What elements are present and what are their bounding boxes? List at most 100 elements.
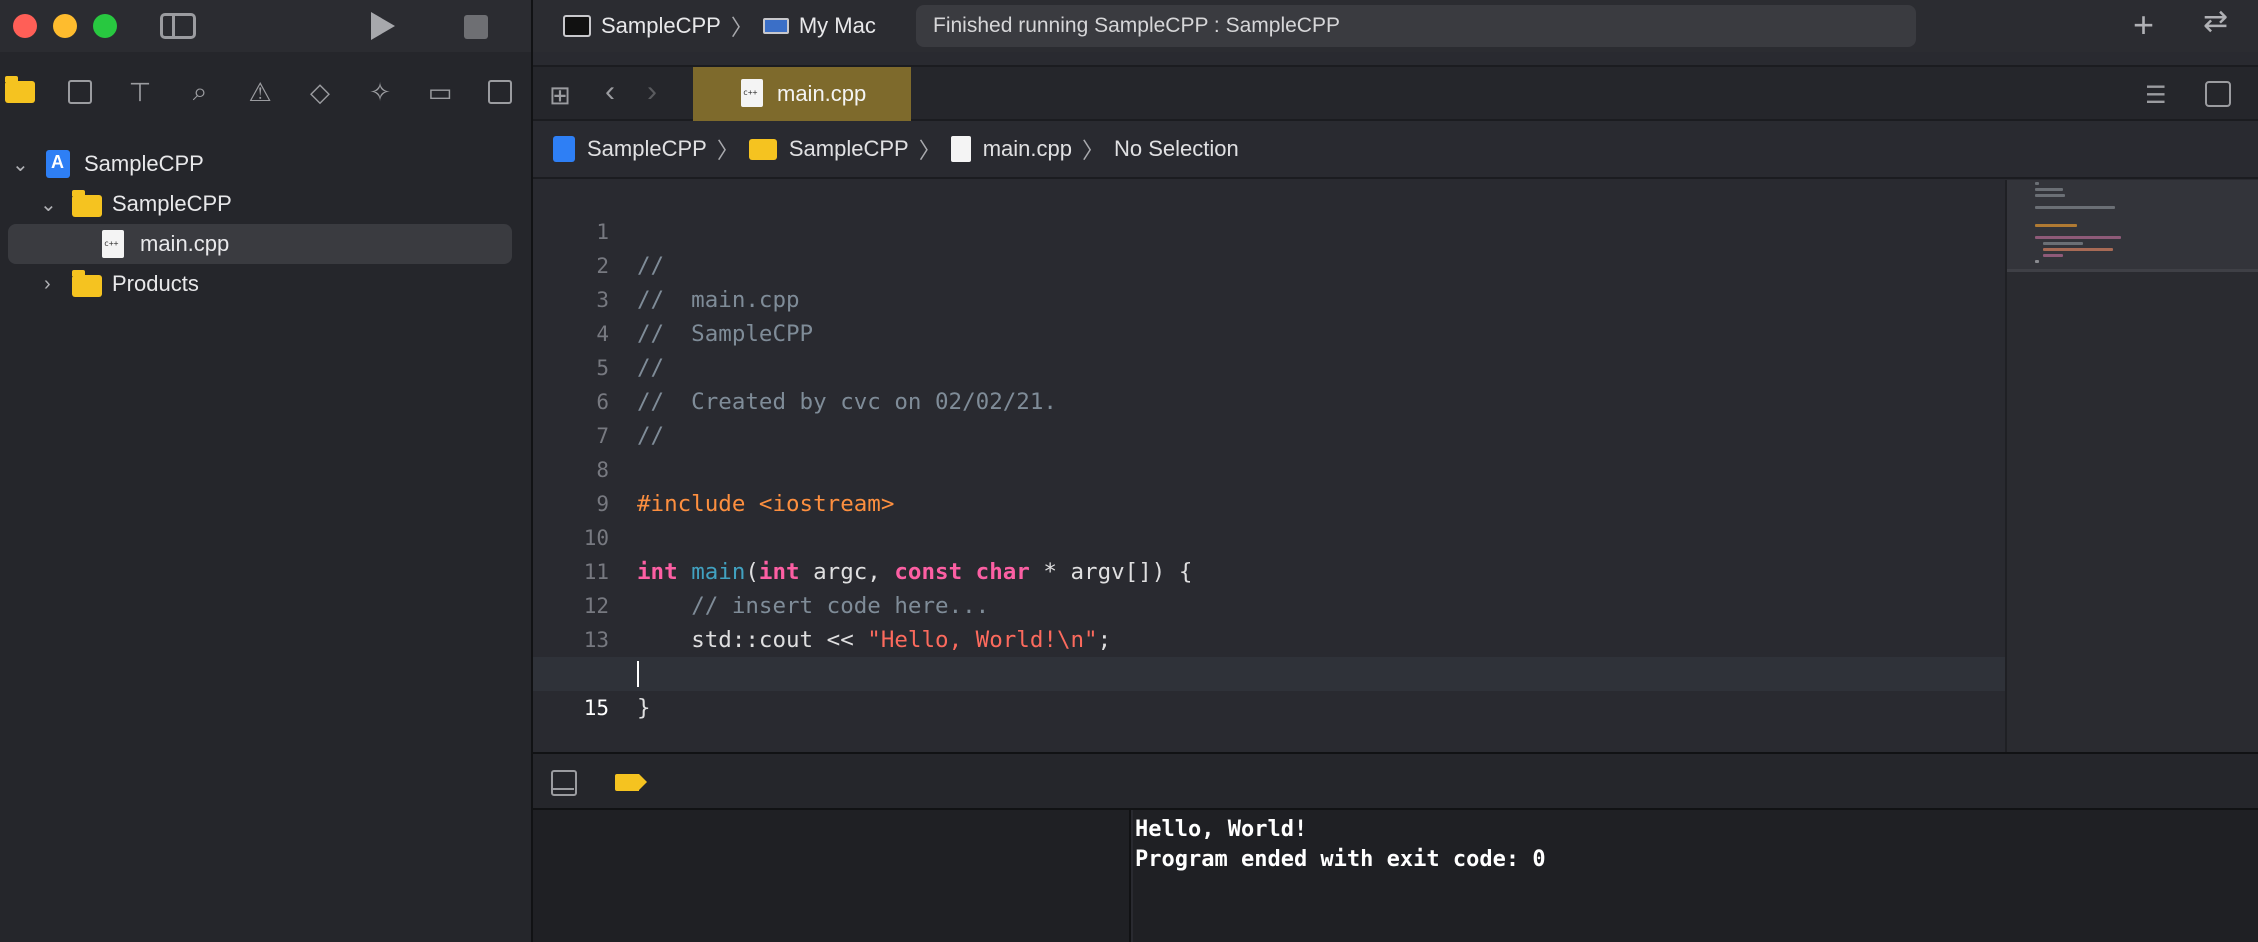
- jumpbar-label: main.cpp: [982, 136, 1072, 161]
- code-line-current[interactable]: 15: [533, 657, 2005, 720]
- window-minimize-button[interactable]: [53, 14, 77, 38]
- jumpbar-label: SampleCPP: [587, 136, 707, 161]
- tab-main-cpp[interactable]: main.cpp: [693, 67, 911, 121]
- scheme-device[interactable]: My Mac: [799, 13, 876, 39]
- chevron-right-icon: 〉: [730, 15, 753, 40]
- jumpbar-label: SampleCPP: [788, 136, 909, 161]
- editor-tab-bar: ⊞ ‹ › main.cpp ☰: [533, 65, 2258, 121]
- code-line[interactable]: 7: [533, 385, 2005, 448]
- console-line: Hello, World!: [1135, 817, 1308, 842]
- window-toolbar: SampleCPP 〉 My Mac Finished running Samp…: [533, 0, 2258, 52]
- jump-bar: SampleCPP 〉 SampleCPP 〉 main.cpp 〉 No Se…: [533, 121, 2258, 179]
- source-control-navigator-icon[interactable]: [62, 72, 98, 112]
- tab-label: main.cpp: [777, 81, 867, 106]
- chevron-right-icon: 〉: [716, 138, 739, 163]
- text-cursor: [637, 661, 639, 687]
- breakpoint-navigator-tag-icon[interactable]: ▭: [422, 72, 458, 112]
- debug-navigator-spray-icon[interactable]: ✧: [362, 72, 398, 112]
- symbol-navigator-icon[interactable]: ⊤: [122, 72, 158, 112]
- xcode-project-icon: [46, 150, 70, 178]
- variables-view[interactable]: [533, 810, 1131, 942]
- code-line[interactable]: 4 //: [533, 283, 2005, 381]
- split-editor-icon[interactable]: [2205, 81, 2231, 107]
- minimap-line: [2035, 194, 2065, 197]
- report-navigator-list-icon[interactable]: [482, 72, 518, 112]
- code-line[interactable]: 11 // insert code here...: [533, 521, 2005, 619]
- tree-item-label: Products: [112, 271, 199, 296]
- tree-item-project[interactable]: ⌄ SampleCPP: [8, 144, 512, 184]
- forward-chevron-icon[interactable]: ›: [647, 75, 657, 109]
- stop-button[interactable]: [464, 15, 488, 39]
- chevron-down-icon[interactable]: ⌄: [12, 152, 29, 177]
- minimap-line: [2035, 188, 2063, 191]
- code-line[interactable]: 3 // SampleCPP: [533, 249, 2005, 347]
- tree-item-label: main.cpp: [140, 231, 230, 256]
- xcode-project-icon: [553, 136, 575, 162]
- minimap-line: [2043, 248, 2113, 251]
- code-line[interactable]: 6 //: [533, 351, 2005, 449]
- source-editor[interactable]: 1 // 2 // main.cpp 3 // SampleCPP 4 // 5…: [533, 180, 2005, 752]
- chevron-right-icon: 〉: [1082, 138, 1105, 163]
- code-line[interactable]: 9: [533, 453, 2005, 516]
- minimap-line: [2035, 182, 2039, 185]
- tree-item-label: SampleCPP: [112, 191, 232, 216]
- terminal-app-icon: [563, 15, 591, 37]
- chevron-right-icon: 〉: [918, 138, 941, 163]
- jumpbar-file[interactable]: main.cpp: [950, 136, 1072, 162]
- test-navigator-diamond-icon[interactable]: ◇: [302, 72, 338, 112]
- activity-viewer: Finished running SampleCPP : SampleCPP: [916, 5, 1916, 47]
- console-output[interactable]: Hello, World! Program ended with exit co…: [1133, 810, 2258, 942]
- issue-navigator-warning-icon[interactable]: ⚠: [242, 72, 278, 112]
- code-line[interactable]: 8 #include <iostream>: [533, 419, 2005, 517]
- related-items-grid-icon[interactable]: ⊞: [549, 81, 577, 109]
- cpp-file-icon: [950, 136, 971, 162]
- tree-item-folder[interactable]: ⌄ SampleCPP: [8, 184, 512, 224]
- laptop-icon: [762, 18, 789, 34]
- code-line[interactable]: 12 std::cout << "Hello, World!\n";: [533, 555, 2005, 653]
- chevron-right-icon[interactable]: ›: [44, 273, 51, 296]
- minimap-line: [2043, 254, 2063, 257]
- tree-item-products[interactable]: › Products: [8, 264, 512, 304]
- cpp-file-icon: [102, 230, 124, 258]
- minimap-line: [2035, 206, 2115, 209]
- breakpoints-toggle-icon[interactable]: [615, 774, 647, 791]
- jumpbar-symbol[interactable]: No Selection: [1114, 136, 1239, 162]
- code-line[interactable]: 1 //: [533, 181, 2005, 279]
- scheme-selector[interactable]: SampleCPP 〉 My Mac: [563, 10, 876, 42]
- tree-item-label: SampleCPP: [84, 151, 204, 176]
- sidebar-toggle-icon[interactable]: [160, 13, 196, 39]
- window-close-button[interactable]: [13, 14, 37, 38]
- code-line[interactable]: 2 // main.cpp: [533, 215, 2005, 313]
- scheme-target[interactable]: SampleCPP: [601, 13, 721, 39]
- navigator-selector-bar: ⊤ ⌕ ⚠ ◇ ✧ ▭: [0, 72, 531, 112]
- debug-bar: [533, 752, 2258, 810]
- hide-debug-area-icon[interactable]: [551, 770, 577, 796]
- jumpbar-project[interactable]: SampleCPP: [553, 136, 707, 162]
- minimap-line: [2035, 236, 2121, 239]
- run-button[interactable]: [371, 12, 395, 40]
- minimap[interactable]: [2005, 180, 2258, 752]
- cpp-file-icon: [741, 79, 763, 107]
- editor-options-icon[interactable]: ☰: [2145, 81, 2181, 109]
- code-text: }: [637, 695, 651, 721]
- tree-item-file[interactable]: main.cpp: [8, 224, 512, 264]
- folder-icon: [72, 190, 102, 217]
- code-line[interactable]: 5 // Created by cvc on 02/02/21.: [533, 317, 2005, 415]
- navigator-sidebar: ⊤ ⌕ ⚠ ◇ ✧ ▭ ⌄ SampleCPP ⌄ SampleCPP main…: [0, 0, 533, 942]
- code-line[interactable]: 10 int main(int argc, const char * argv[…: [533, 487, 2005, 585]
- code-line[interactable]: 14 }: [533, 623, 2005, 721]
- find-navigator-search-icon[interactable]: ⌕: [182, 72, 218, 112]
- back-chevron-icon[interactable]: ‹: [605, 75, 615, 109]
- jumpbar-folder[interactable]: SampleCPP: [748, 136, 909, 162]
- window-zoom-button[interactable]: [93, 14, 117, 38]
- library-add-button[interactable]: +: [2133, 4, 2154, 46]
- code-line[interactable]: 13 return 0;: [533, 589, 2005, 687]
- jumpbar-label: No Selection: [1114, 136, 1239, 161]
- line-number: 15: [583, 696, 609, 720]
- minimap-line: [2035, 260, 2039, 263]
- code-review-swap-icon[interactable]: ⇄: [2203, 4, 2228, 39]
- chevron-down-icon[interactable]: ⌄: [40, 192, 57, 217]
- folder-icon: [72, 270, 102, 297]
- window-toolbar-left: [0, 0, 531, 52]
- project-navigator-folder-icon[interactable]: [2, 72, 38, 112]
